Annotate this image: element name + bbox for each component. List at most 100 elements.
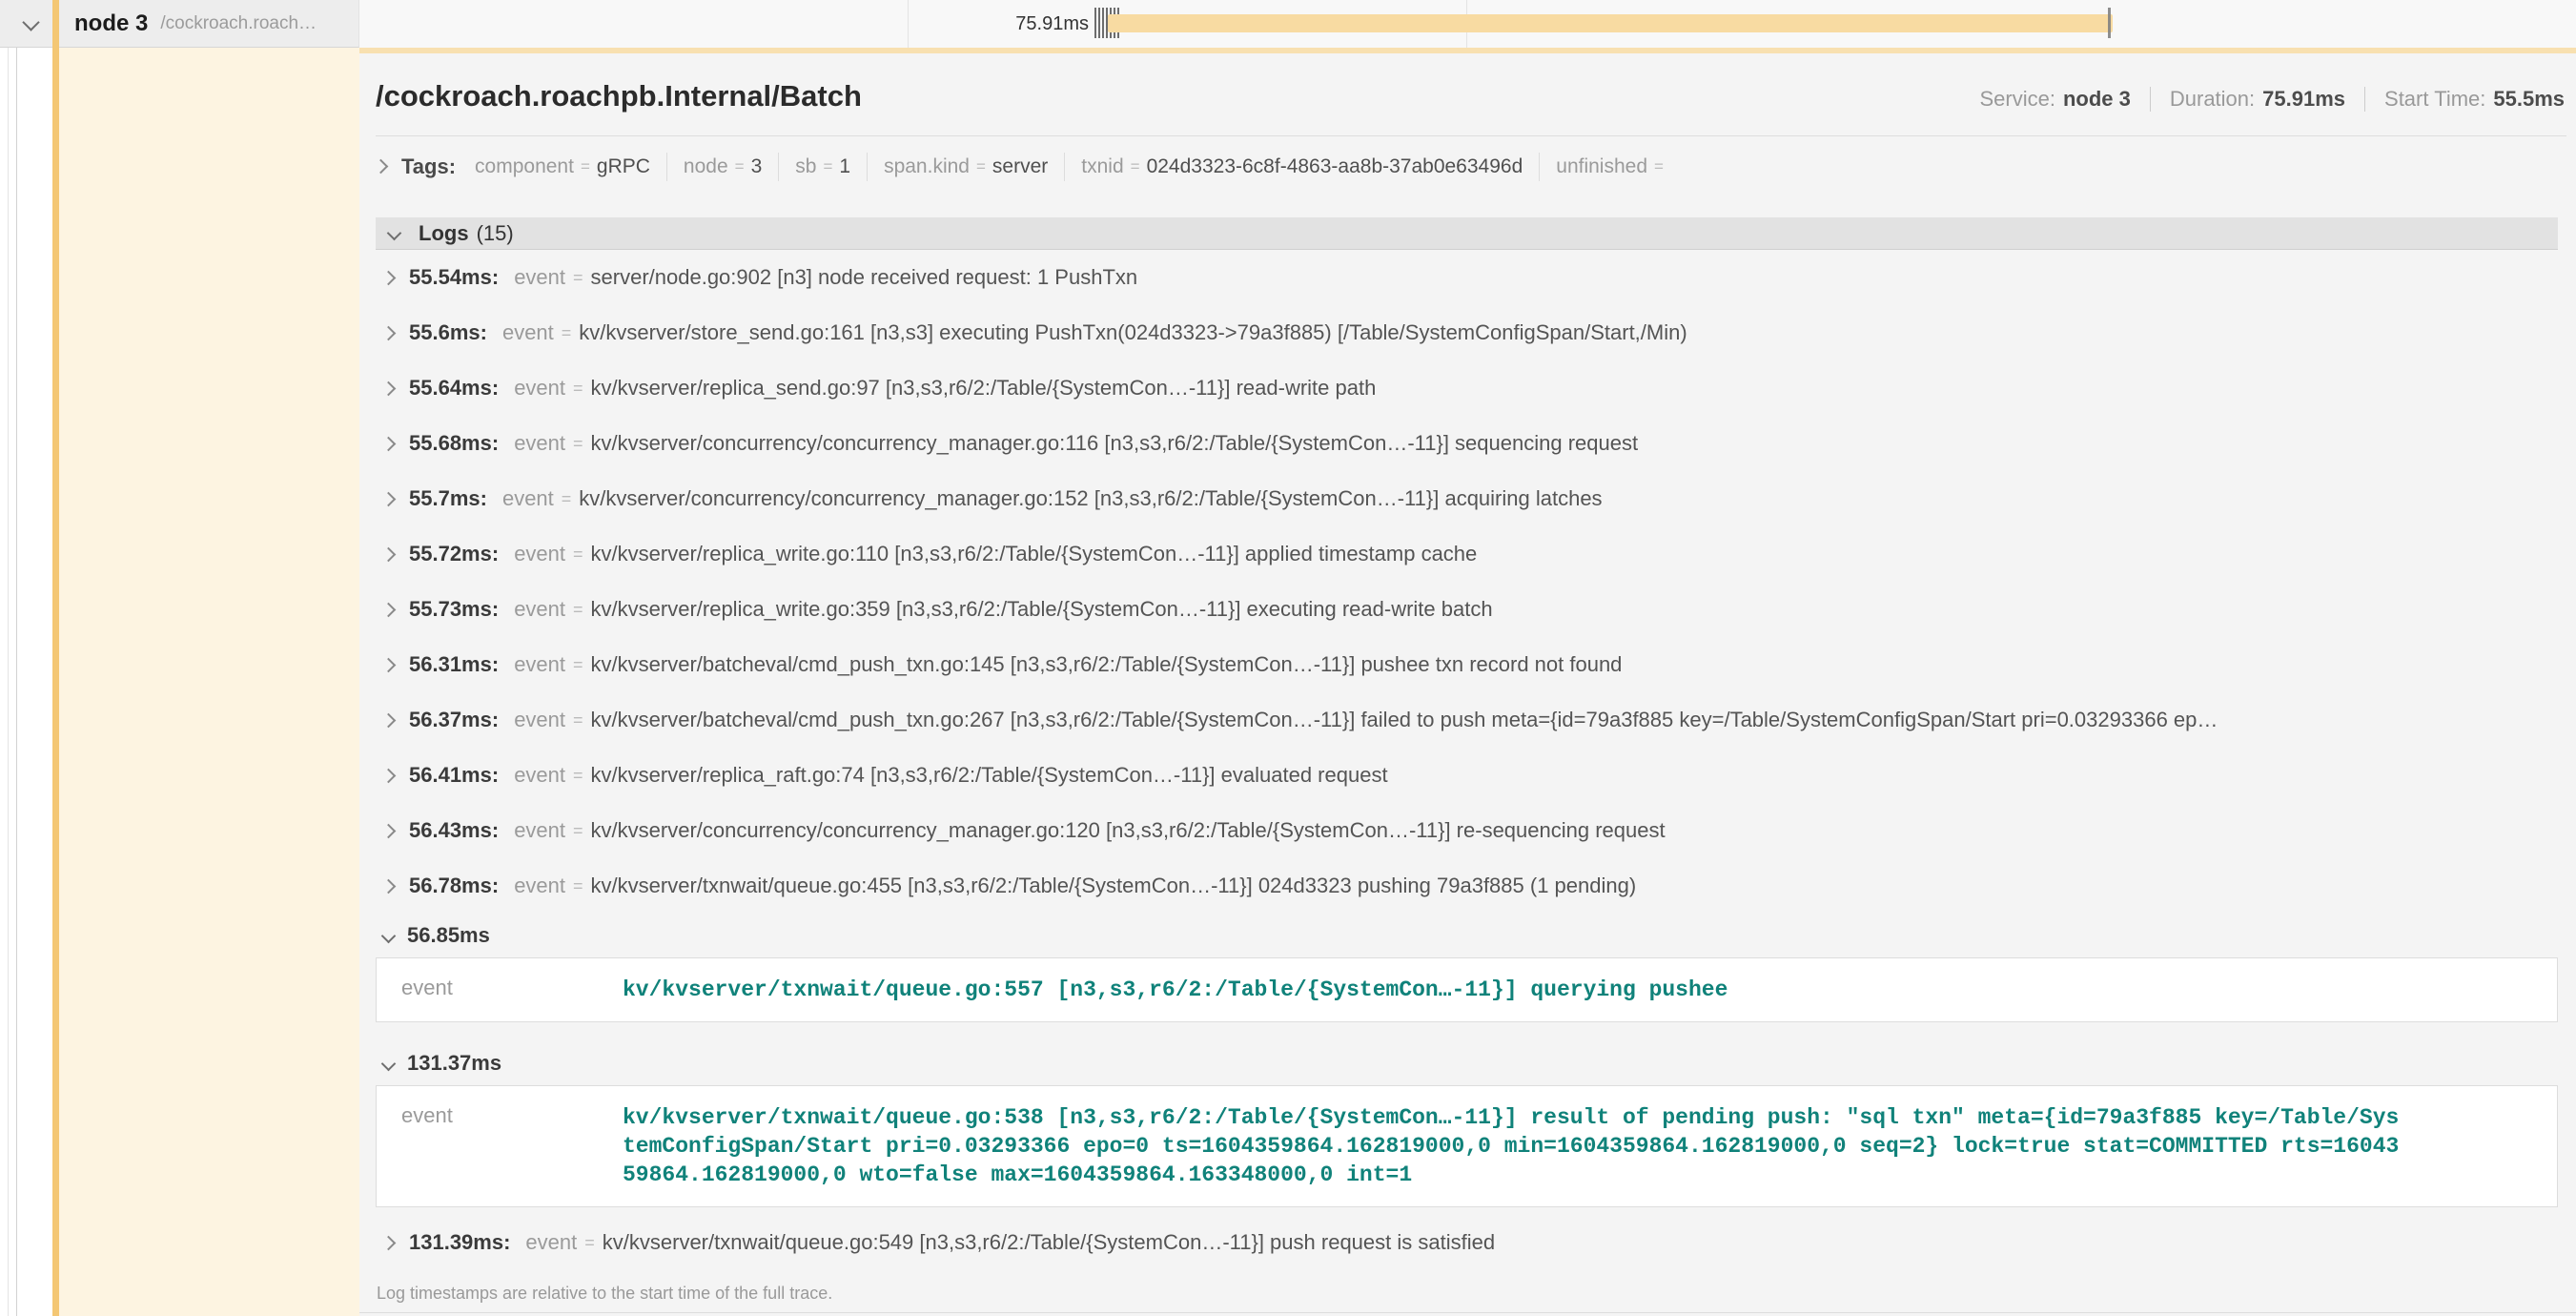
tag-value: 3 [751, 155, 763, 178]
equals-icon: = [573, 434, 583, 454]
chevron-right-icon[interactable] [381, 602, 397, 617]
log-field-key: event [514, 874, 565, 898]
log-tick-icon [2108, 8, 2111, 38]
log-row[interactable]: 55.68ms:event=kv/kvserver/concurrency/co… [376, 416, 2558, 471]
chevron-right-icon[interactable] [381, 436, 397, 451]
trace-span-row[interactable]: node 3 /cockroach.roach… 75.91ms [0, 0, 2576, 48]
span-duration-label: 75.91ms [1015, 0, 1089, 48]
log-tick-icon [1094, 8, 1096, 38]
duration-meta-value: 75.91ms [2262, 87, 2345, 112]
event-field-value: kv/kvserver/txnwait/queue.go:538 [n3,s3,… [623, 1103, 2402, 1189]
log-tick-icon [1102, 8, 1104, 38]
chevron-right-icon[interactable] [381, 491, 397, 506]
span-accent-bar [52, 0, 59, 1316]
equals-icon: = [573, 268, 583, 288]
service-meta-value: node 3 [2063, 87, 2131, 112]
tag-item: node = 3 [684, 155, 762, 178]
chevron-down-icon[interactable] [22, 13, 39, 31]
log-message: kv/kvserver/replica_send.go:97 [n3,s3,r6… [591, 376, 1377, 401]
chevron-right-icon[interactable] [381, 1235, 397, 1250]
tag-value: 1 [839, 155, 850, 178]
logs-section-header[interactable]: Logs (15) [376, 217, 2558, 250]
log-time: 56.37ms: [409, 708, 499, 732]
chevron-right-icon[interactable] [381, 712, 397, 728]
chevron-down-icon[interactable] [381, 1056, 397, 1071]
chevron-right-icon[interactable] [381, 270, 397, 285]
tag-key: txnid [1081, 155, 1123, 178]
log-time: 55.72ms: [409, 542, 499, 566]
equals-icon: = [573, 655, 583, 675]
chevron-right-icon[interactable] [381, 380, 397, 396]
log-time: 55.73ms: [409, 597, 499, 622]
span-timeline[interactable]: 75.91ms [359, 0, 2576, 48]
tags-row[interactable]: Tags: component=gRPCnode=3sb=1span.kind=… [376, 136, 2576, 196]
chevron-right-icon[interactable] [381, 546, 397, 562]
tag-equals-icon: = [1654, 157, 1664, 176]
log-row[interactable]: 56.43ms: event = kv/kvserver/concurrency/co… [376, 803, 2558, 858]
log-row[interactable]: 55.6ms:event=kv/kvserver/store_send.go:1… [376, 305, 2558, 360]
log-message: kv/kvserver/batcheval/cmd_push_txn.go:14… [591, 652, 1623, 677]
tag-item: txnid=024d3323-6c8f-4863-aa8b-37ab0e6349… [1081, 155, 1523, 178]
service-meta-label: Service: [1979, 87, 2055, 112]
log-message: server/node.go:902 [n3] node received re… [591, 265, 1138, 290]
chevron-right-icon[interactable] [381, 768, 397, 783]
event-field-key: event [377, 1103, 623, 1189]
span-bar[interactable] [1108, 14, 2113, 32]
duration-meta-label: Duration: [2170, 87, 2255, 112]
log-field-key: event [514, 265, 565, 290]
tag-equals-icon: = [1131, 157, 1140, 176]
chevron-down-icon[interactable] [381, 928, 397, 943]
tag-key: component [475, 155, 574, 178]
log-row[interactable]: 55.72ms:event=kv/kvserver/replica_write.… [376, 526, 2558, 582]
tag-equals-icon: = [823, 157, 832, 176]
log-message: kv/kvserver/concurrency/concurrency_mana… [591, 431, 1639, 456]
log-message: kv/kvserver/concurrency/concurrency_mana… [591, 818, 1666, 843]
chevron-right-icon[interactable] [381, 823, 397, 838]
log-expanded-header[interactable]: 56.85ms [376, 914, 2576, 957]
tag-item: span.kind=server [884, 155, 1048, 178]
log-time: 56.43ms: [409, 818, 499, 843]
tag-item: unfinished= [1556, 155, 1670, 178]
log-row[interactable]: 56.78ms:event=kv/kvserver/txnwait/queue.… [376, 858, 2558, 914]
equals-icon: = [584, 1233, 595, 1253]
panel-title: /cockroach.roachpb.Internal/Batch [376, 78, 862, 114]
log-field-key: event [514, 431, 565, 456]
tag-separator [867, 153, 868, 181]
chevron-right-icon[interactable] [381, 325, 397, 340]
log-row[interactable]: 55.73ms:event=kv/kvserver/replica_write.… [376, 582, 2558, 637]
log-time: 56.31ms: [409, 652, 499, 677]
tag-equals-icon: = [735, 157, 745, 176]
log-field-key: event [514, 708, 565, 732]
log-row[interactable]: 55.64ms:event=kv/kvserver/replica_send.g… [376, 360, 2558, 416]
log-field-key: event [514, 818, 565, 843]
tag-value: server [992, 155, 1048, 178]
tag-key: node [684, 155, 728, 178]
log-message: kv/kvserver/concurrency/concurrency_mana… [579, 486, 1602, 511]
log-expanded-header[interactable]: 131.37ms [376, 1041, 2576, 1085]
span-operation-name: /cockroach.roach… [160, 13, 317, 34]
log-row[interactable]: 56.41ms:event=kv/kvserver/replica_raft.g… [376, 748, 2558, 803]
chevron-right-icon[interactable] [381, 878, 397, 894]
equals-icon: = [562, 323, 572, 343]
log-field-key: event [502, 320, 554, 345]
chevron-right-icon[interactable] [374, 159, 389, 175]
logs-count: (15) [477, 221, 514, 246]
log-field-key: event [514, 763, 565, 788]
event-field-value: kv/kvserver/txnwait/queue.go:557 [n3,s3,… [623, 976, 2402, 1004]
log-row[interactable]: 56.37ms:event=kv/kvserver/batcheval/cmd_… [376, 692, 2558, 748]
log-time: 56.78ms: [409, 874, 499, 898]
chevron-right-icon[interactable] [381, 657, 397, 672]
log-row[interactable]: 55.54ms:event=server/node.go:902 [n3] no… [376, 250, 2558, 305]
chevron-down-icon[interactable] [387, 226, 402, 241]
log-row[interactable]: 131.39ms:event=kv/kvserver/txnwait/queue… [376, 1215, 2558, 1270]
timeline-grid-line [908, 0, 909, 48]
log-time: 55.7ms: [409, 486, 487, 511]
detail-header: /cockroach.roachpb.Internal/Batch Servic… [376, 78, 2565, 114]
tag-separator [1064, 153, 1065, 181]
equals-icon: = [562, 489, 572, 509]
log-field-key: event [514, 542, 565, 566]
equals-icon: = [573, 821, 583, 841]
log-row[interactable]: 55.7ms:event=kv/kvserver/concurrency/con… [376, 471, 2558, 526]
log-row[interactable]: 56.31ms:event=kv/kvserver/batcheval/cmd_… [376, 637, 2558, 692]
log-time: 56.41ms: [409, 763, 499, 788]
